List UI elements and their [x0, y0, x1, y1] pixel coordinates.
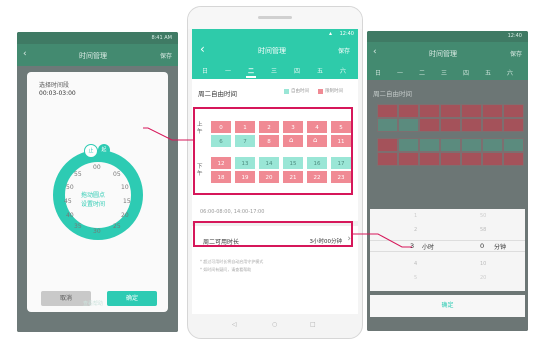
- connector-left: [143, 127, 193, 141]
- connector-lines: [143, 127, 412, 248]
- connector-right: [353, 233, 412, 248]
